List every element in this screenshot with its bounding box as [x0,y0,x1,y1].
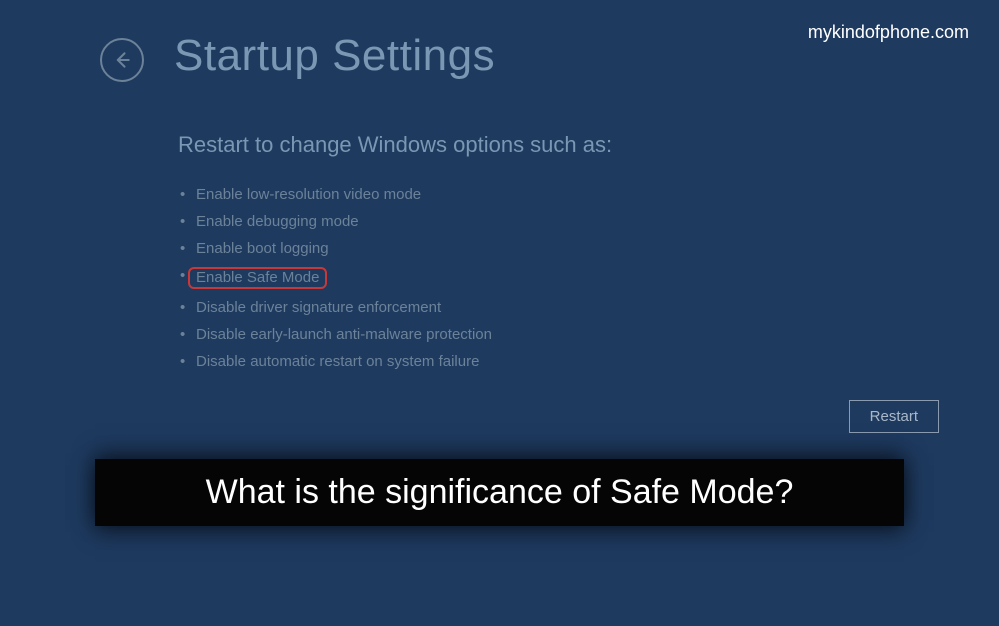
options-list: Enable low-resolution video mode Enable … [178,186,999,370]
subtitle: Restart to change Windows options such a… [178,132,999,158]
back-arrow-icon [112,50,132,70]
back-button[interactable] [100,38,144,82]
content-area: Restart to change Windows options such a… [0,82,999,370]
list-item: Disable driver signature enforcement [178,299,999,316]
watermark-text: mykindofphone.com [808,22,969,43]
page-title: Startup Settings [174,31,495,81]
list-item: Enable low-resolution video mode [178,186,999,203]
list-item: Enable debugging mode [178,213,999,230]
list-item: Enable boot logging [178,240,999,257]
safe-mode-highlight: Enable Safe Mode [188,267,327,289]
list-item: Disable early-launch anti-malware protec… [178,326,999,343]
list-item-highlighted: Enable Safe Mode [178,267,999,289]
caption-banner: What is the significance of Safe Mode? [95,459,904,526]
list-item: Disable automatic restart on system fail… [178,353,999,370]
restart-button[interactable]: Restart [849,400,939,433]
